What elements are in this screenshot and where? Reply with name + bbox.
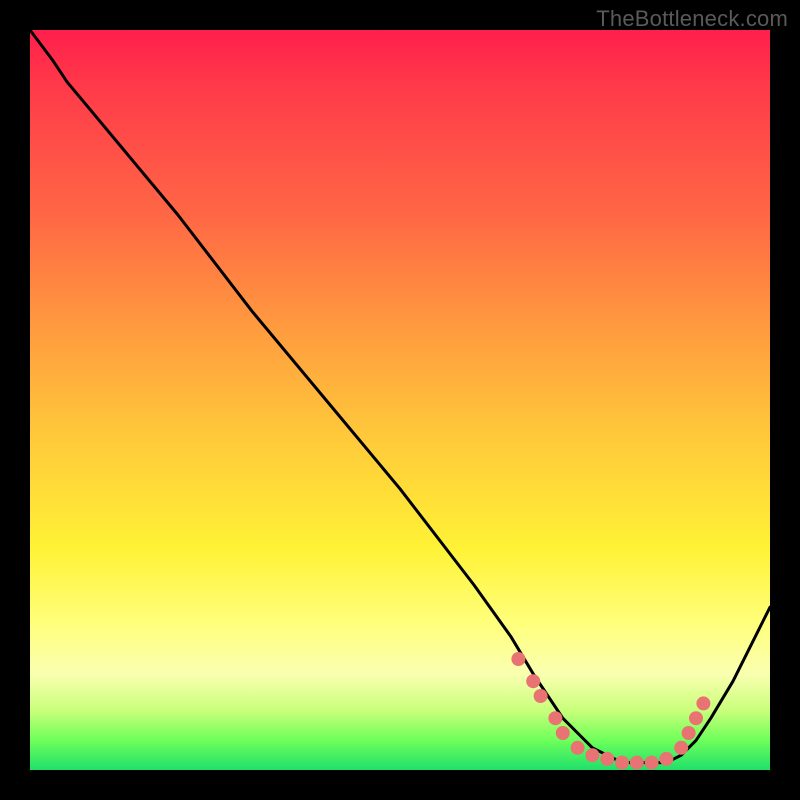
curve-marker: [548, 711, 562, 725]
curve-marker: [526, 674, 540, 688]
curve-marker: [659, 752, 673, 766]
curve-marker: [534, 689, 548, 703]
curve-marker: [682, 726, 696, 740]
curve-marker: [689, 711, 703, 725]
curve-marker: [645, 756, 659, 770]
curve-marker: [585, 748, 599, 762]
curve-marker: [615, 756, 629, 770]
curve-marker: [571, 741, 585, 755]
curve-marker: [511, 652, 525, 666]
curve-marker: [696, 696, 710, 710]
plot-area: [30, 30, 770, 770]
chart-frame: TheBottleneck.com: [0, 0, 800, 800]
curve-svg: [30, 30, 770, 770]
curve-marker: [630, 756, 644, 770]
curve-marker: [674, 741, 688, 755]
bottleneck-curve-path: [30, 30, 770, 763]
watermark-text: TheBottleneck.com: [596, 6, 788, 32]
curve-markers: [511, 652, 710, 770]
curve-marker: [556, 726, 570, 740]
curve-marker: [600, 752, 614, 766]
